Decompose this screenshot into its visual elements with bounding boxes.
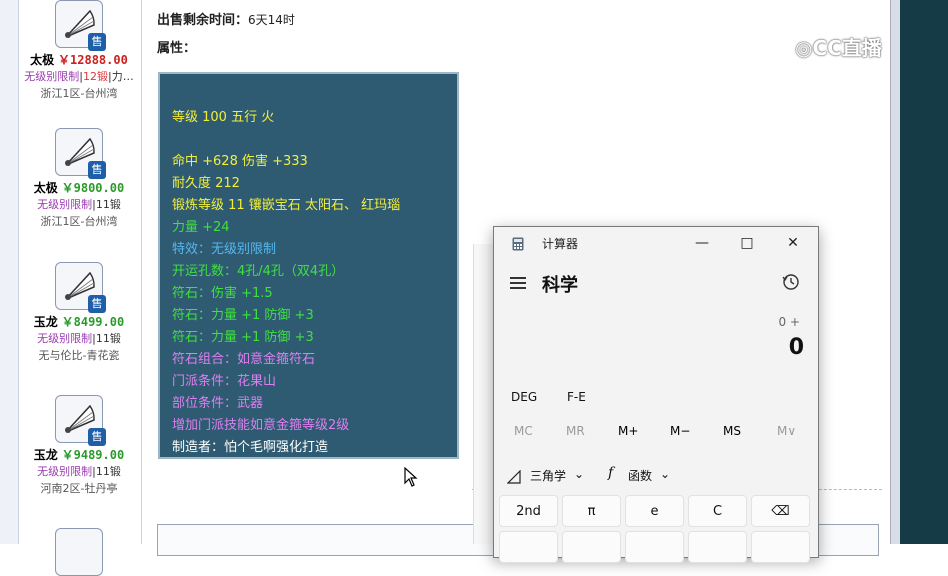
item-level: 12锻 xyxy=(83,70,108,83)
list-item-partial[interactable] xyxy=(18,528,140,576)
calc-key-partial[interactable] xyxy=(625,531,684,563)
window-title: 计算器 xyxy=(542,237,579,251)
attribute-line: 特效：无级别限制 xyxy=(172,242,277,257)
item-price: ￥12888.00 xyxy=(58,53,128,67)
m-minus-button[interactable]: M− xyxy=(670,424,690,438)
minimize-button[interactable]: — xyxy=(692,233,712,253)
attribute-line: 命中 +628 伤害 +333 xyxy=(172,154,308,169)
attribute-line: 锻炼等级 11 镶嵌宝石 太阳石、 红玛瑙 xyxy=(172,198,401,213)
attributes-label: 属性： xyxy=(157,41,197,56)
calculator-window[interactable]: 计算器 — □ ✕ 科学 0 + 0 DEG F-E MC MR M+ M− M… xyxy=(493,226,819,563)
attribute-line: 部位条件：武器 xyxy=(172,396,264,411)
attribute-line: 门派条件：花果山 xyxy=(172,374,277,389)
chevron-down-icon: ⌄ xyxy=(574,467,585,481)
stream-background xyxy=(900,0,948,544)
maximize-button[interactable]: □ xyxy=(737,233,757,253)
sale-time-row: 出售剩余时间：6天14时 xyxy=(157,9,295,28)
chevron-down-icon: ⌄ xyxy=(660,467,671,481)
watermark: ◎CC直播 xyxy=(795,32,882,61)
sale-time-value: 6天14时 xyxy=(248,13,295,27)
menu-icon[interactable] xyxy=(510,277,526,289)
fan-icon: 售 xyxy=(55,262,106,313)
history-icon[interactable] xyxy=(782,273,800,295)
calculator-app-icon xyxy=(512,236,524,251)
second-key[interactable]: 2nd xyxy=(499,495,558,527)
item-name: 太极 xyxy=(30,53,55,67)
item-level: 11锻 xyxy=(95,332,121,345)
cc-logo-icon: ◎ xyxy=(795,36,813,60)
fan-icon: 售 xyxy=(55,395,106,446)
attribute-line: 开运孔数：4孔/4孔（双4孔） xyxy=(172,264,345,279)
expression-display: 0 + xyxy=(778,315,800,329)
item-name: 玉龙 xyxy=(33,315,58,329)
pi-key[interactable]: π xyxy=(562,495,621,527)
mouse-cursor-icon xyxy=(404,466,418,491)
item-server: 浙江1区-台州湾 xyxy=(40,87,118,100)
list-item[interactable]: 售玉龙 ￥9489.00 无级别限制|11锻 河南2区-牡丹亭 xyxy=(18,395,140,498)
function-icon: 𝑓 xyxy=(608,465,614,481)
item-restriction: 无级别限制 xyxy=(24,70,80,83)
list-item[interactable]: 售玉龙 ￥8499.00 无级别限制|11锻 无与伦比-青花瓷 xyxy=(18,262,140,365)
fe-button[interactable]: F-E xyxy=(567,390,586,404)
close-button[interactable]: ✕ xyxy=(783,233,803,253)
sell-badge: 售 xyxy=(88,161,106,179)
attribute-line: 符石：力量 +1 防御 +3 xyxy=(172,308,314,323)
sell-badge: 售 xyxy=(88,295,106,313)
attribute-line: 符石组合：如意金箍符石 xyxy=(172,352,316,367)
function-dropdown[interactable]: 函数 xyxy=(628,467,652,484)
attribute-line: 力量 +24 xyxy=(172,220,230,235)
mc-button[interactable]: MC xyxy=(514,424,533,438)
clear-key[interactable]: C xyxy=(688,495,747,527)
m-plus-button[interactable]: M+ xyxy=(618,424,638,438)
sell-badge: 售 xyxy=(88,33,106,51)
item-extra: 力… xyxy=(111,70,134,83)
item-server: 河南2区-牡丹亭 xyxy=(40,482,118,495)
item-price: ￥9800.00 xyxy=(61,181,125,195)
item-server: 无与伦比-青花瓷 xyxy=(38,349,120,362)
calc-key-partial[interactable] xyxy=(562,531,621,563)
item-server: 浙江1区-台州湾 xyxy=(40,215,118,228)
ms-button[interactable]: MS xyxy=(723,424,741,438)
fan-icon: 售 xyxy=(55,128,106,179)
e-key[interactable]: e xyxy=(625,495,684,527)
mr-button[interactable]: MR xyxy=(566,424,585,438)
item-restriction: 无级别限制 xyxy=(37,332,93,345)
item-restriction: 无级别限制 xyxy=(37,198,93,211)
attribute-line: 符石：伤害 +1.5 xyxy=(172,286,273,301)
watermark-text: CC直播 xyxy=(812,36,882,60)
second-key-label: 2nd xyxy=(516,504,541,519)
attribute-line: 制造者：怕个毛啊强化打造 xyxy=(172,440,329,455)
angle-unit-button[interactable]: DEG xyxy=(511,390,537,404)
calc-key-partial[interactable] xyxy=(499,531,558,563)
attribute-line: 增加门派技能如意金箍等级2级 xyxy=(172,418,350,433)
attribute-line: 等级 100 五行 火 xyxy=(172,110,275,125)
trig-icon xyxy=(506,469,521,484)
attribute-line: 耐久度 212 xyxy=(172,176,240,191)
calc-key-partial[interactable] xyxy=(751,531,810,563)
attribute-line: 符石：力量 +1 防御 +3 xyxy=(172,330,314,345)
item-restriction: 无级别限制 xyxy=(37,465,93,478)
fan-icon xyxy=(55,528,103,576)
list-item[interactable]: 售太极 ￥9800.00 无级别限制|11锻 浙江1区-台州湾 xyxy=(18,128,140,231)
item-price: ￥8499.00 xyxy=(61,315,125,329)
attributes-box: 等级 100 五行 火命中 +628 伤害 +333 耐久度 212 锻炼等级 11… xyxy=(158,72,459,459)
sale-time-label: 出售剩余时间： xyxy=(157,13,249,28)
item-name: 玉龙 xyxy=(33,448,58,462)
mode-title: 科学 xyxy=(542,275,578,296)
backspace-key[interactable]: ⌫ xyxy=(751,495,810,527)
item-price: ￥9489.00 xyxy=(61,448,125,462)
trig-dropdown[interactable]: 三角学 xyxy=(530,467,566,484)
item-level: 11锻 xyxy=(95,465,121,478)
calc-key-partial[interactable] xyxy=(688,531,747,563)
memory-list-button[interactable]: M∨ xyxy=(777,424,796,438)
fan-icon: 售 xyxy=(55,0,106,51)
item-level: 11锻 xyxy=(95,198,121,211)
list-item[interactable]: 售太极 ￥12888.00 无级别限制|12锻|力… 浙江1区-台州湾 xyxy=(18,0,140,103)
sell-badge: 售 xyxy=(88,428,106,446)
item-name: 太极 xyxy=(33,181,58,195)
result-display: 0 xyxy=(788,335,804,360)
